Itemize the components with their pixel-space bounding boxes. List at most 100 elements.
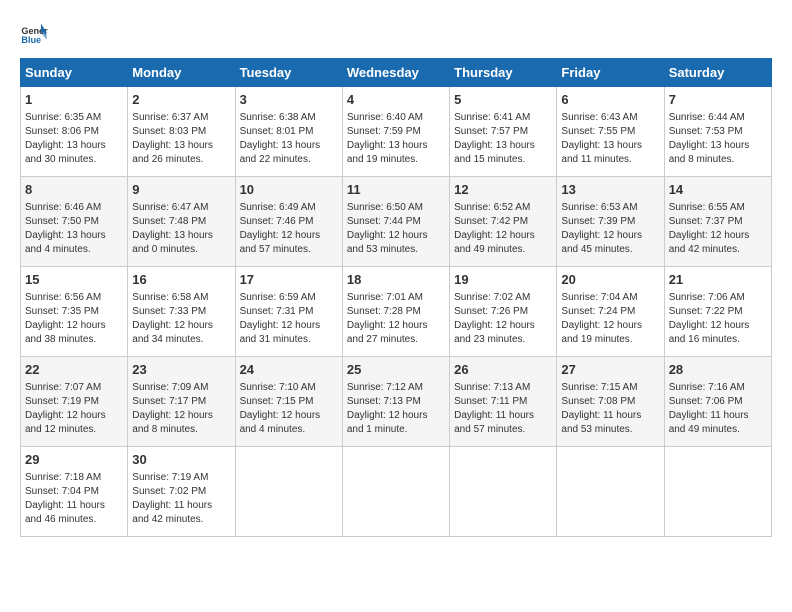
calendar-cell: 20Sunrise: 7:04 AMSunset: 7:24 PMDayligh… [557,267,664,357]
daylight: Daylight: 12 hours and 16 minutes. [669,320,750,345]
sunset: Sunset: 7:17 PM [132,396,206,407]
sunset: Sunset: 8:03 PM [132,126,206,137]
calendar-cell: 2 Sunrise: 6:37 AM Sunset: 8:03 PM Daylight… [128,87,235,177]
calendar-header-row: SundayMondayTuesdayWednesdayThursdayFrid… [21,59,772,87]
sunrise: Sunrise: 6:43 AM [561,112,637,123]
sunset: Sunset: 7:46 PM [240,216,314,227]
sunrise: Sunrise: 7:04 AM [561,292,637,303]
calendar-cell: 15Sunrise: 6:56 AMSunset: 7:35 PMDayligh… [21,267,128,357]
daylight: Daylight: 13 hours and 15 minutes. [454,140,535,165]
calendar-week-4: 22Sunrise: 7:07 AMSunset: 7:19 PMDayligh… [21,357,772,447]
day-number: 30 [132,451,230,469]
day-number: 21 [669,271,767,289]
day-number: 22 [25,361,123,379]
sunset: Sunset: 7:33 PM [132,306,206,317]
logo-icon: General Blue [20,20,48,48]
sunset: Sunset: 7:37 PM [669,216,743,227]
day-number: 6 [561,91,659,109]
calendar-cell: 29Sunrise: 7:18 AMSunset: 7:04 PMDayligh… [21,447,128,537]
daylight: Daylight: 12 hours and 12 minutes. [25,410,106,435]
daylight: Daylight: 13 hours and 30 minutes. [25,140,106,165]
day-number: 7 [669,91,767,109]
sunset: Sunset: 7:08 PM [561,396,635,407]
day-number: 5 [454,91,552,109]
header-saturday: Saturday [664,59,771,87]
sunrise: Sunrise: 6:35 AM [25,112,101,123]
sunset: Sunset: 7:22 PM [669,306,743,317]
sunrise: Sunrise: 7:07 AM [25,382,101,393]
sunrise: Sunrise: 7:10 AM [240,382,316,393]
sunrise: Sunrise: 7:19 AM [132,472,208,483]
daylight: Daylight: 13 hours and 19 minutes. [347,140,428,165]
sunset: Sunset: 7:39 PM [561,216,635,227]
header-thursday: Thursday [450,59,557,87]
calendar-cell: 18Sunrise: 7:01 AMSunset: 7:28 PMDayligh… [342,267,449,357]
calendar-cell: 26Sunrise: 7:13 AMSunset: 7:11 PMDayligh… [450,357,557,447]
day-number: 2 [132,91,230,109]
sunrise: Sunrise: 6:37 AM [132,112,208,123]
header-tuesday: Tuesday [235,59,342,87]
day-number: 14 [669,181,767,199]
daylight: Daylight: 12 hours and 38 minutes. [25,320,106,345]
daylight: Daylight: 12 hours and 49 minutes. [454,230,535,255]
daylight: Daylight: 13 hours and 0 minutes. [132,230,213,255]
calendar-cell: 9Sunrise: 6:47 AMSunset: 7:48 PMDaylight… [128,177,235,267]
calendar-week-5: 29Sunrise: 7:18 AMSunset: 7:04 PMDayligh… [21,447,772,537]
calendar-cell: 19Sunrise: 7:02 AMSunset: 7:26 PMDayligh… [450,267,557,357]
daylight: Daylight: 12 hours and 4 minutes. [240,410,321,435]
daylight: Daylight: 11 hours and 53 minutes. [561,410,641,435]
day-number: 9 [132,181,230,199]
calendar-cell: 3Sunrise: 6:38 AMSunset: 8:01 PMDaylight… [235,87,342,177]
daylight: Daylight: 11 hours and 42 minutes. [132,500,212,525]
day-number: 20 [561,271,659,289]
day-number: 23 [132,361,230,379]
daylight: Daylight: 13 hours and 11 minutes. [561,140,642,165]
svg-text:Blue: Blue [21,35,41,45]
sunrise: Sunrise: 6:41 AM [454,112,530,123]
sunrise: Sunrise: 6:56 AM [25,292,101,303]
sunset: Sunset: 7:57 PM [454,126,528,137]
header-monday: Monday [128,59,235,87]
sunset: Sunset: 7:15 PM [240,396,314,407]
calendar-cell: 1Sunrise: 6:35 AMSunset: 8:06 PMDaylight… [21,87,128,177]
daylight: Daylight: 12 hours and 53 minutes. [347,230,428,255]
daylight: Daylight: 13 hours and 26 minutes. [132,140,213,165]
header-sunday: Sunday [21,59,128,87]
sunset: Sunset: 7:11 PM [454,396,527,407]
sunset: Sunset: 7:13 PM [347,396,421,407]
daylight: Daylight: 13 hours and 4 minutes. [25,230,106,255]
daylight: Daylight: 12 hours and 34 minutes. [132,320,213,345]
calendar-cell: 24 Sunrise: 7:10 AM Sunset: 7:15 PM Dayligh… [235,357,342,447]
calendar-cell [450,447,557,537]
sunrise: Sunrise: 6:53 AM [561,202,637,213]
sunrise: Sunrise: 7:02 AM [454,292,530,303]
calendar-cell [557,447,664,537]
sunrise: Sunrise: 7:15 AM [561,382,637,393]
calendar-cell: 10Sunrise: 6:49 AMSunset: 7:46 PMDayligh… [235,177,342,267]
calendar-cell: 22Sunrise: 7:07 AMSunset: 7:19 PMDayligh… [21,357,128,447]
calendar-cell: 23Sunrise: 7:09 AMSunset: 7:17 PMDayligh… [128,357,235,447]
sunset: Sunset: 8:01 PM [240,126,314,137]
daylight: Daylight: 11 hours and 46 minutes. [25,500,105,525]
calendar-cell: 21 Sunrise: 7:06 AM Sunset: 7:22 PM Dayligh… [664,267,771,357]
calendar-cell: 28Sunrise: 7:16 AMSunset: 7:06 PMDayligh… [664,357,771,447]
calendar-cell: 14Sunrise: 6:55 AMSunset: 7:37 PMDayligh… [664,177,771,267]
daylight: Daylight: 13 hours and 22 minutes. [240,140,321,165]
sunrise: Sunrise: 6:59 AM [240,292,316,303]
daylight: Daylight: 11 hours and 49 minutes. [669,410,749,435]
day-number: 26 [454,361,552,379]
calendar-week-1: 1Sunrise: 6:35 AMSunset: 8:06 PMDaylight… [21,87,772,177]
day-number: 28 [669,361,767,379]
sunrise: Sunrise: 6:38 AM [240,112,316,123]
daylight: Daylight: 12 hours and 8 minutes. [132,410,213,435]
sunrise: Sunrise: 7:13 AM [454,382,530,393]
header-friday: Friday [557,59,664,87]
sunset: Sunset: 7:31 PM [240,306,314,317]
day-number: 24 [240,361,338,379]
day-number: 10 [240,181,338,199]
day-number: 1 [25,91,123,109]
daylight: Daylight: 12 hours and 19 minutes. [561,320,642,345]
calendar-cell: 5 Sunrise: 6:41 AM Sunset: 7:57 PM Daylight… [450,87,557,177]
sunrise: Sunrise: 7:06 AM [669,292,745,303]
calendar-cell: 25Sunrise: 7:12 AMSunset: 7:13 PMDayligh… [342,357,449,447]
